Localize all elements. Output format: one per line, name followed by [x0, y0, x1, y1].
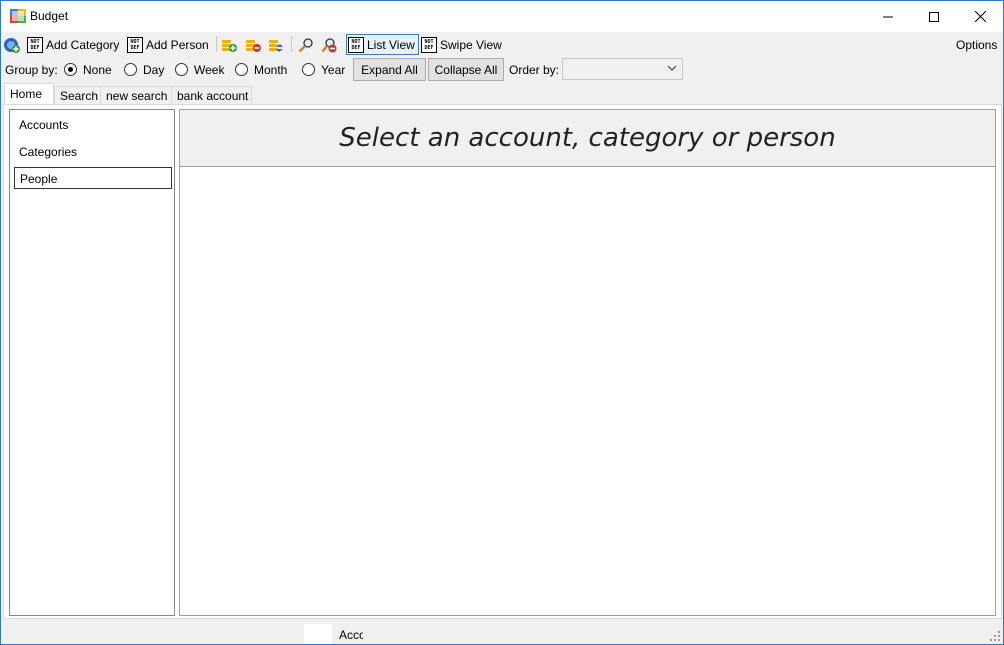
search-button[interactable]: [298, 34, 314, 55]
add-account-icon: [4, 37, 20, 53]
add-category-button[interactable]: NOT DEF Add Category: [27, 34, 119, 55]
list-view-button[interactable]: NOT DEF List View: [348, 34, 415, 55]
minimize-icon: [883, 16, 893, 17]
add-person-button[interactable]: NOT DEF Add Person: [127, 34, 209, 55]
add-account-button[interactable]: [4, 34, 20, 55]
toolbar-separator: [216, 36, 217, 52]
collapse-all-button[interactable]: Collapse All: [428, 58, 504, 81]
add-person-label: Add Person: [146, 37, 209, 52]
add-category-label: Add Category: [46, 37, 120, 52]
radio-none-label[interactable]: None: [83, 63, 112, 77]
maximize-icon: [929, 11, 939, 22]
list-item-categories[interactable]: Categories: [14, 141, 172, 163]
status-text: Acco: [339, 628, 363, 642]
options-menu[interactable]: Options: [956, 34, 997, 55]
minimize-button[interactable]: [865, 1, 911, 32]
title-bar: Budget: [1, 1, 1003, 32]
add-coins-icon: [222, 39, 237, 52]
order-by-dropdown[interactable]: [562, 58, 683, 80]
radio-month[interactable]: [235, 63, 248, 76]
list-item-accounts[interactable]: Accounts: [14, 114, 172, 136]
transfer-button[interactable]: [268, 34, 284, 55]
notdef-icon: NOT DEF: [348, 36, 364, 53]
notdef-icon: NOT DEF: [421, 36, 437, 53]
chevron-down-icon: [667, 65, 677, 71]
tab-new-search[interactable]: new search: [100, 86, 172, 105]
radio-month-label[interactable]: Month: [254, 63, 287, 77]
radio-day-label[interactable]: Day: [143, 63, 164, 77]
radio-year-label[interactable]: Year: [321, 63, 345, 77]
toolbar-separator: [291, 36, 292, 52]
notdef-icon: NOT DEF: [27, 36, 43, 53]
tab-search[interactable]: Search: [54, 86, 101, 105]
close-button[interactable]: [957, 1, 1003, 32]
group-by-bar: Group by: None Day Week Month Year Expan…: [1, 57, 1003, 83]
remove-coins-icon: [246, 39, 261, 52]
magnifier-icon: [298, 37, 313, 52]
expand-all-button[interactable]: Expand All: [353, 58, 426, 81]
swipe-view-button[interactable]: NOT DEF Swipe View: [421, 34, 502, 55]
detail-panel: Select an account, category or person: [179, 109, 996, 616]
detail-header: Select an account, category or person: [180, 110, 995, 167]
status-bar: Acco: [1, 622, 1003, 644]
navigation-list[interactable]: Accounts Categories People: [9, 109, 175, 616]
clear-search-button[interactable]: [321, 34, 337, 55]
maximize-button[interactable]: [911, 1, 957, 32]
tab-strip: Search new search bank account Home: [1, 83, 1003, 105]
group-by-label: Group by:: [5, 63, 58, 77]
list-item-people[interactable]: People: [14, 167, 172, 189]
transfer-coins-icon: [269, 39, 283, 52]
radio-week[interactable]: [175, 63, 188, 76]
radio-none[interactable]: [64, 63, 77, 76]
list-view-label: List View: [367, 37, 415, 52]
window-title: Budget: [30, 9, 69, 23]
swipe-view-label: Swipe View: [440, 37, 502, 52]
order-by-label: Order by:: [509, 63, 560, 77]
remove-item-button[interactable]: [245, 34, 261, 55]
notdef-icon: NOT DEF: [127, 36, 143, 53]
app-icon: [10, 9, 26, 23]
radio-year[interactable]: [302, 63, 315, 76]
tab-home[interactable]: Home: [4, 83, 54, 105]
status-field: [304, 624, 332, 644]
add-item-button[interactable]: [221, 34, 237, 55]
toolbar: NOTDEF Add Category NOTDEF Add Person: [1, 32, 1003, 56]
close-icon: [974, 11, 986, 22]
magnifier-remove-icon: [321, 37, 337, 52]
resize-grip-icon[interactable]: [990, 631, 1000, 641]
tab-bank-account[interactable]: bank account: [171, 86, 252, 105]
radio-week-label[interactable]: Week: [194, 63, 224, 77]
options-label: Options: [956, 37, 998, 52]
app-window: Budget NOT DEF Add Category NOT DEF Add …: [0, 0, 1004, 645]
radio-day[interactable]: [124, 63, 137, 76]
